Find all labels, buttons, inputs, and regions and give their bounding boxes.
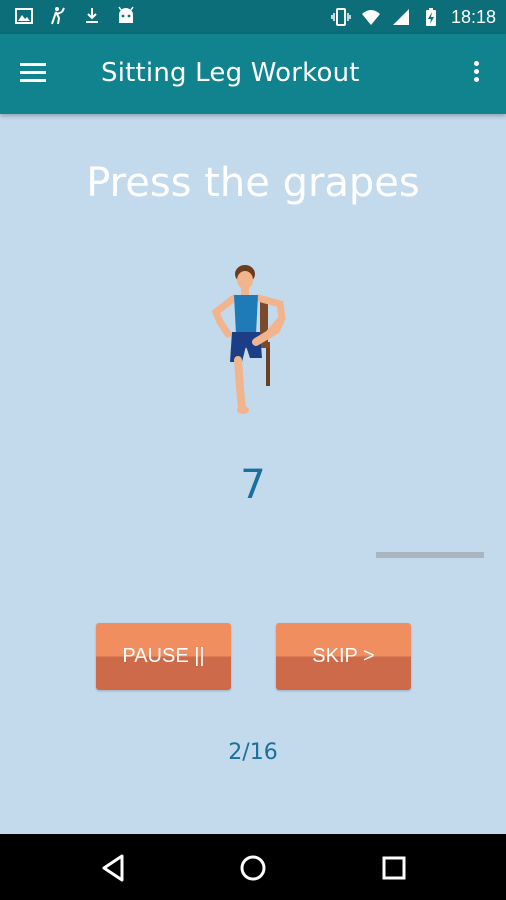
battery-charging-icon [425,8,436,26]
home-icon[interactable] [237,852,269,884]
recent-apps-icon[interactable] [378,852,410,884]
more-vert-icon[interactable] [466,58,486,92]
app-title: Sitting Leg Workout [101,58,360,88]
pause-button[interactable]: PAUSE || [96,623,231,690]
step-indicator: 2/16 [228,740,278,765]
signal-icon [392,9,409,25]
image-icon [15,8,33,24]
app-bar: Sitting Leg Workout [0,34,506,114]
rep-counter: 7 [240,462,266,508]
vibrate-icon [331,8,351,26]
exercise-illustration [211,265,286,414]
system-icons: 18:18 [331,6,496,28]
progress-bar [376,552,484,558]
android-icon [118,6,134,23]
clock: 18:18 [450,7,496,27]
golf-icon [51,7,65,25]
back-icon[interactable] [98,852,130,884]
wifi-icon [361,10,380,25]
exercise-title: Press the grapes [86,160,420,206]
download-icon [86,8,98,23]
status-bar: 18:18 [0,0,506,34]
skip-button[interactable]: SKIP > [276,623,411,690]
notification-icons [14,6,136,26]
hamburger-menu-icon[interactable] [20,58,60,90]
navigation-bar [0,834,506,900]
